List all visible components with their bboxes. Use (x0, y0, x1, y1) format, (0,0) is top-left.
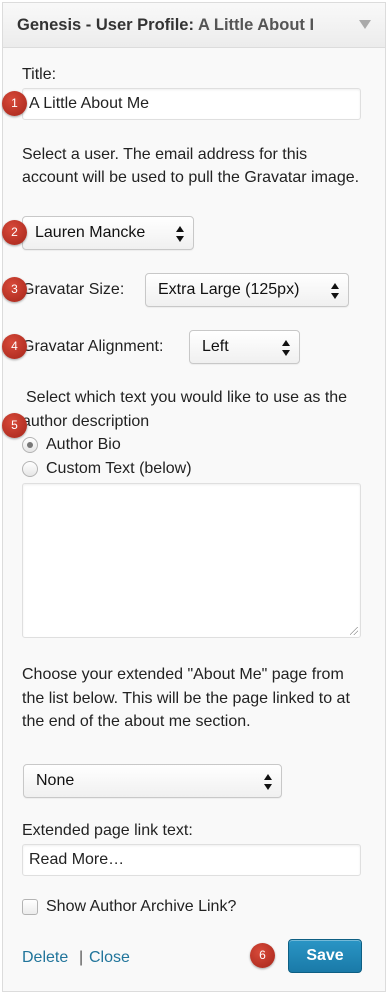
save-button[interactable]: Save (288, 939, 362, 973)
widget-header[interactable]: Genesis - User Profile: A Little About I (3, 3, 385, 48)
select-arrows-icon (281, 340, 291, 356)
callout-badge: 5 (2, 413, 27, 438)
close-link[interactable]: Close (89, 949, 130, 967)
title-input[interactable]: A Little About Me (22, 88, 361, 120)
callout-badge: 2 (2, 220, 27, 245)
callout-badge: 3 (2, 277, 27, 302)
select-arrows-icon (263, 774, 273, 790)
custom-text-radio[interactable] (22, 461, 38, 477)
footer-separator: | (79, 949, 84, 966)
user-select[interactable]: Lauren Mancke (22, 216, 194, 250)
author-archive-label: Show Author Archive Link? (46, 898, 237, 915)
author-bio-label: Author Bio (46, 436, 121, 453)
delete-link[interactable]: Delete (22, 949, 68, 967)
user-help-text: Select a user. The email address for thi… (22, 146, 360, 186)
user-select-value: Lauren Mancke (35, 224, 146, 241)
select-arrows-icon (330, 283, 340, 299)
title-label: Title: (22, 66, 57, 83)
gravatar-alignment-value: Left (202, 338, 229, 355)
gravatar-size-label: Gravatar Size: (22, 281, 125, 298)
link-text-label: Extended page link text: (22, 822, 193, 839)
link-text-input[interactable]: Read More… (22, 844, 361, 876)
select-arrows-icon (175, 226, 185, 242)
gravatar-alignment-select[interactable]: Left (189, 330, 300, 364)
widget-instance-title: A Little About I (197, 16, 315, 34)
description-help-text: Select which text you would like to use … (22, 389, 348, 430)
about-page-select-value: None (36, 772, 75, 789)
about-page-help-text: Choose your extended "About Me" page fro… (22, 666, 350, 730)
gravatar-size-select[interactable]: Extra Large (125px) (145, 273, 349, 307)
author-archive-checkbox[interactable] (22, 899, 38, 915)
callout-badge: 1 (2, 91, 27, 116)
about-page-select[interactable]: None (23, 764, 282, 798)
gravatar-alignment-label: Gravatar Alignment: (22, 338, 164, 355)
link-text-value: Read More… (29, 851, 125, 868)
resize-grip-icon[interactable] (350, 627, 358, 635)
widget-title-prefix: Genesis - User Profile (17, 16, 189, 34)
callout-badge: 4 (2, 334, 27, 359)
widget-title: Genesis - User Profile: A Little About I (17, 16, 314, 35)
widget-toggle-icon[interactable] (359, 20, 371, 29)
title-input-value: A Little About Me (29, 95, 150, 112)
widget-title-separator: : (188, 16, 195, 34)
custom-text-textarea[interactable] (22, 483, 361, 638)
callout-badge: 6 (250, 943, 275, 968)
custom-text-label: Custom Text (below) (46, 460, 192, 477)
author-bio-radio[interactable] (22, 437, 38, 453)
gravatar-size-value: Extra Large (125px) (158, 281, 300, 298)
